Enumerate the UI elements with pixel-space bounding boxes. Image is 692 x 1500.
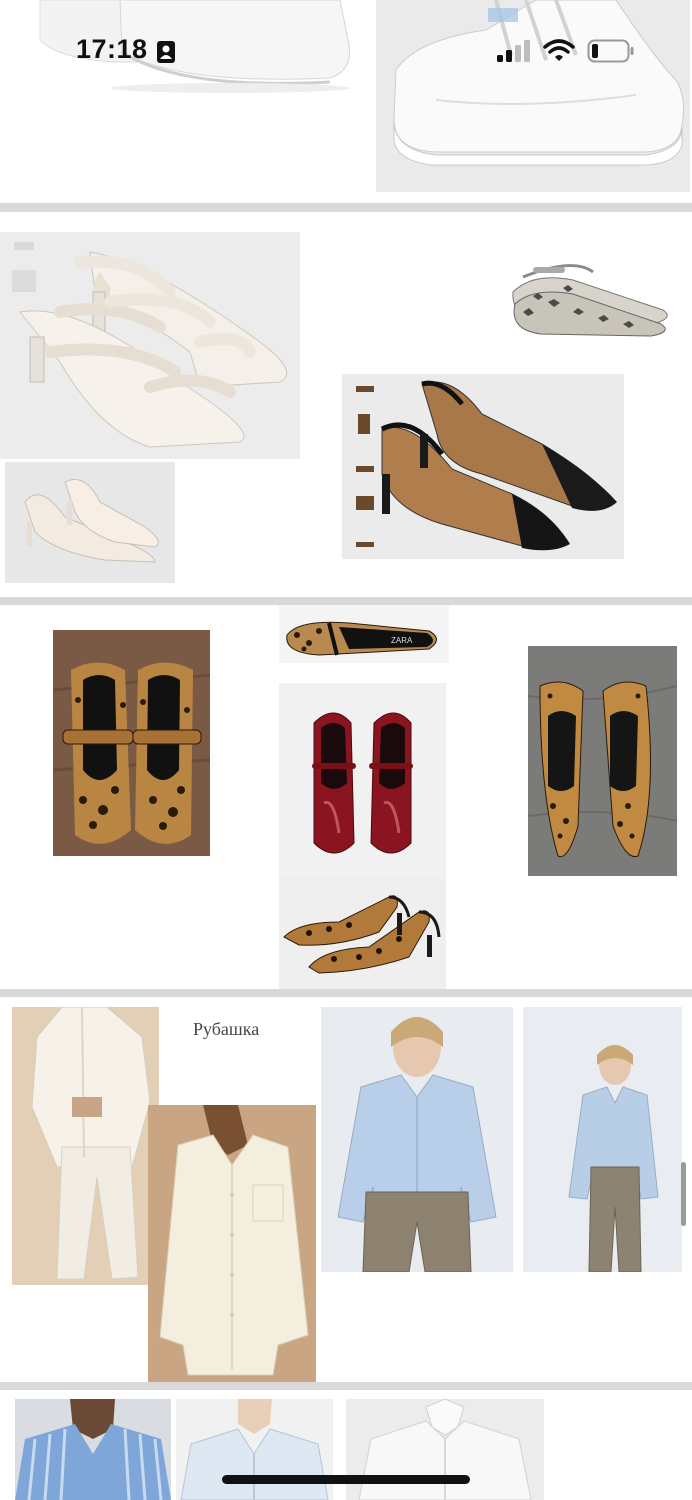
leopard-mary-jane-flat-zara-image[interactable]: ZARA bbox=[279, 605, 449, 663]
leopard-kitten-heel-slingbacks-image[interactable] bbox=[279, 877, 446, 989]
svg-text:ZARA: ZARA bbox=[391, 636, 413, 645]
board-leopard-and-mary-janes[interactable]: ZARA bbox=[0, 605, 692, 989]
white-strappy-heels-image[interactable] bbox=[0, 232, 300, 459]
cellular-signal-icon bbox=[497, 40, 530, 62]
leopard-ballet-flats-on-wood-image[interactable] bbox=[53, 630, 210, 856]
wifi-icon bbox=[543, 39, 575, 61]
board-shirts[interactable]: Рубашка bbox=[0, 997, 692, 1382]
pale-blue-shirt-image[interactable] bbox=[176, 1399, 333, 1500]
snakeskin-flats-image[interactable] bbox=[503, 252, 675, 342]
leopard-pointed-slingbacks-on-concrete-image[interactable] bbox=[528, 646, 677, 876]
home-indicator[interactable] bbox=[222, 1475, 470, 1484]
light-blue-shirt-model-full-image[interactable] bbox=[523, 1007, 682, 1272]
red-patent-mary-janes-image[interactable] bbox=[279, 683, 446, 877]
tan-raffia-slingbacks-image[interactable] bbox=[342, 374, 624, 559]
status-bar: 17:18 bbox=[0, 0, 692, 100]
board-label-shirt: Рубашка bbox=[193, 1019, 260, 1039]
status-time: 17:18 bbox=[76, 34, 148, 64]
light-blue-shirt-model-image[interactable] bbox=[321, 1007, 513, 1272]
cream-oversized-shirt-image[interactable] bbox=[148, 1105, 316, 1382]
contact-card-icon bbox=[157, 41, 175, 63]
white-shirt-image[interactable] bbox=[346, 1399, 544, 1500]
scroll-indicator[interactable] bbox=[681, 1162, 686, 1226]
battery-icon bbox=[587, 39, 634, 63]
board-heels-and-flats[interactable] bbox=[0, 212, 692, 597]
blue-striped-shirt-image[interactable] bbox=[15, 1399, 171, 1500]
white-linen-suit-image[interactable] bbox=[12, 1007, 159, 1285]
cream-slingback-pumps-image[interactable] bbox=[5, 462, 175, 583]
